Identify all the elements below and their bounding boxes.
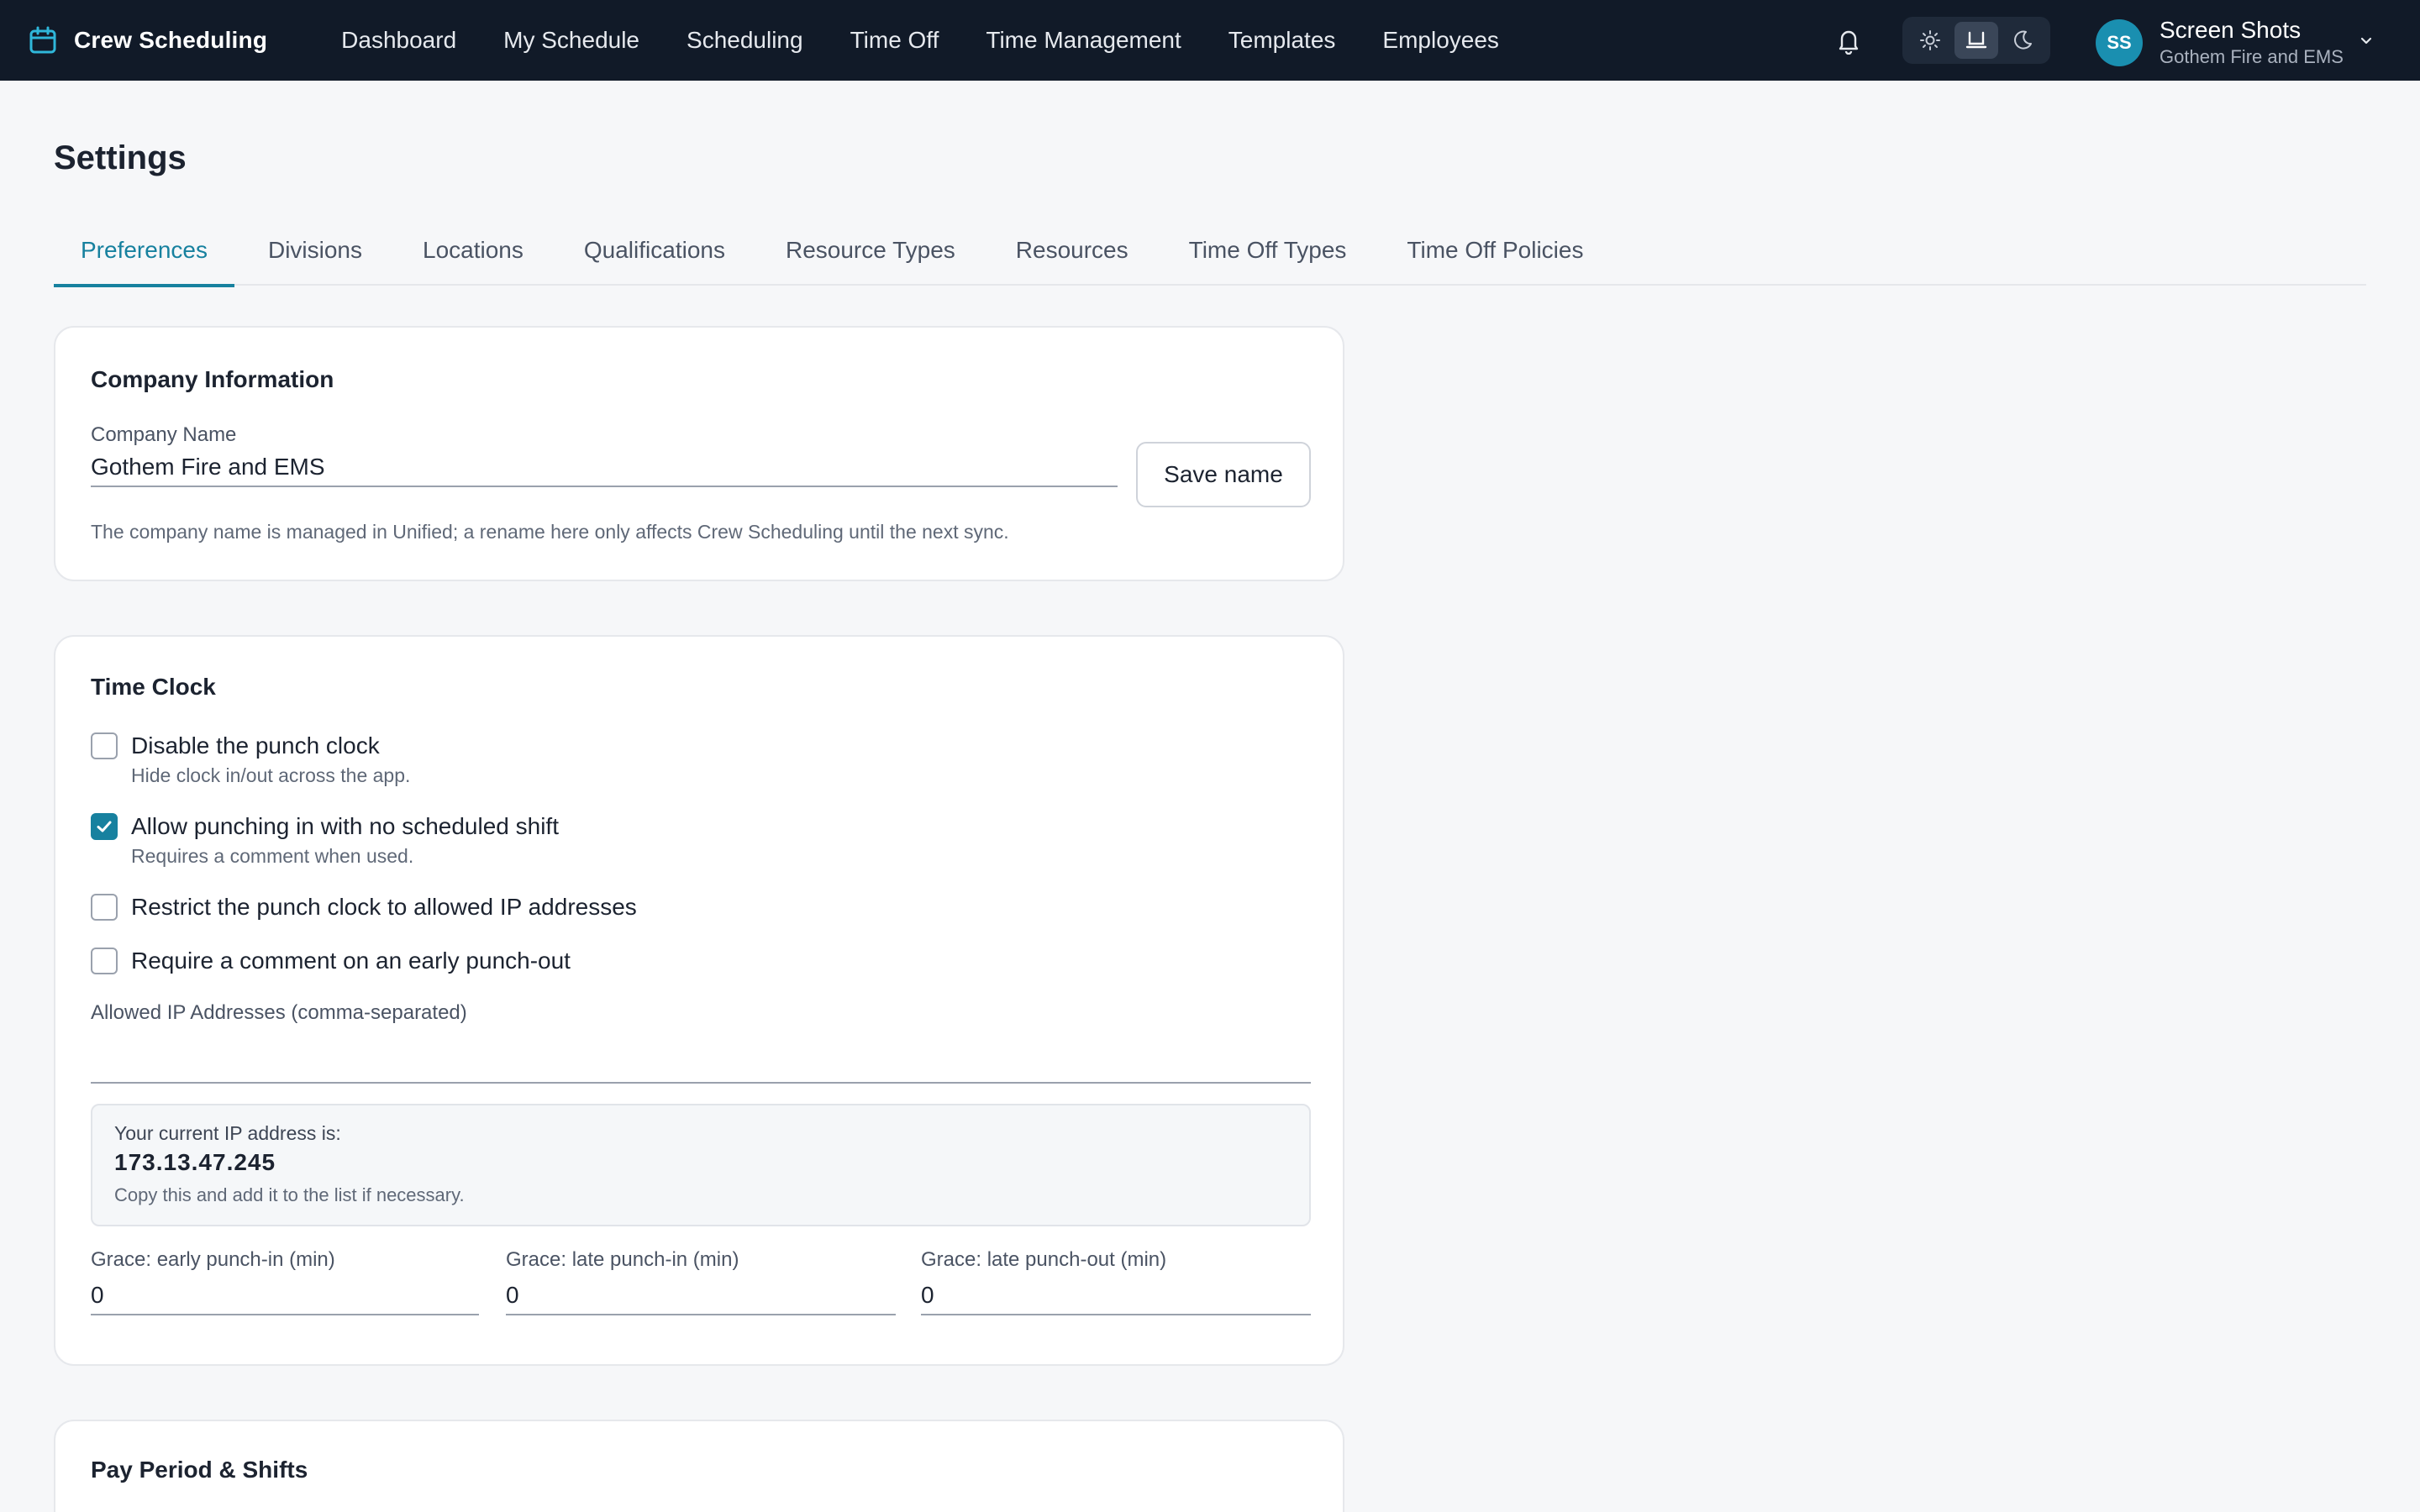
early-punch-out-comment-checkbox[interactable] <box>91 948 118 974</box>
user-menu[interactable]: SS Screen Shots Gothem Fire and EMS <box>2096 17 2372 69</box>
time-clock-card: Time Clock Disable the punch clock Hide … <box>54 635 1344 1366</box>
pay-period-shifts-title: Pay Period & Shifts <box>91 1457 308 1483</box>
grace-late-punch-out-label: Grace: late punch-out (min) <box>921 1248 1167 1271</box>
settings-tabs: Preferences Divisions Locations Qualific… <box>54 228 2366 287</box>
disable-punch-clock-checkbox[interactable] <box>91 732 118 759</box>
tab-divisions[interactable]: Divisions <box>241 228 389 286</box>
option-description: Requires a comment when used. <box>131 845 414 867</box>
option-label: Restrict the punch clock to allowed IP a… <box>131 894 637 920</box>
allowed-ip-label: Allowed IP Addresses (comma-separated) <box>91 1001 467 1024</box>
page-title: Settings <box>54 139 187 176</box>
company-name-hint: The company name is managed in Unified; … <box>91 521 1009 543</box>
company-information-card: Company Information Company Name Save na… <box>54 326 1344 581</box>
option-allow-unscheduled-punch[interactable]: Allow punching in with no scheduled shif… <box>91 811 559 869</box>
nav-my-schedule[interactable]: My Schedule <box>503 27 639 54</box>
nav-time-off[interactable]: Time Off <box>850 27 939 54</box>
nav-employees[interactable]: Employees <box>1382 27 1499 54</box>
grace-early-punch-in-input[interactable] <box>91 1277 479 1315</box>
nav-templates[interactable]: Templates <box>1228 27 1336 54</box>
company-information-title: Company Information <box>91 366 334 392</box>
pay-period-shifts-card: Pay Period & Shifts <box>54 1420 1344 1512</box>
app-name: Crew Scheduling <box>74 27 268 53</box>
moon-icon[interactable] <box>2001 22 2044 59</box>
save-name-button[interactable]: Save name <box>1136 442 1311 507</box>
nav-time-management[interactable]: Time Management <box>986 27 1181 54</box>
tab-preferences[interactable]: Preferences <box>54 228 234 287</box>
check-icon <box>97 821 112 832</box>
tab-resources[interactable]: Resources <box>989 228 1155 286</box>
option-disable-punch-clock[interactable]: Disable the punch clock Hide clock in/ou… <box>91 731 410 788</box>
app-brand[interactable]: Crew Scheduling <box>29 26 267 55</box>
grace-early-punch-in-label: Grace: early punch-in (min) <box>91 1248 335 1271</box>
time-clock-title: Time Clock <box>91 674 216 700</box>
user-name: Screen Shots <box>2160 17 2302 43</box>
option-label: Allow punching in with no scheduled shif… <box>131 813 559 839</box>
current-ip-box: Your current IP address is: 173.13.47.24… <box>91 1104 1311 1226</box>
allowed-ip-input[interactable] <box>91 1045 1311 1084</box>
tab-locations[interactable]: Locations <box>396 228 550 286</box>
tab-qualifications[interactable]: Qualifications <box>557 228 752 286</box>
grace-late-punch-in-label: Grace: late punch-in (min) <box>506 1248 739 1271</box>
chevron-down-icon[interactable] <box>2356 30 2376 50</box>
current-ip-value: 173.13.47.245 <box>114 1149 276 1175</box>
user-org: Gothem Fire and EMS <box>2160 46 2344 67</box>
tab-resource-types[interactable]: Resource Types <box>759 228 982 286</box>
option-early-punch-out-comment[interactable]: Require a comment on an early punch-out <box>91 946 571 976</box>
monitor-icon[interactable] <box>1954 22 1998 59</box>
option-description: Hide clock in/out across the app. <box>131 764 411 786</box>
company-name-input[interactable] <box>91 449 1118 487</box>
sun-icon[interactable] <box>1908 22 1952 59</box>
tab-time-off-policies[interactable]: Time Off Policies <box>1380 228 1610 286</box>
company-name-label: Company Name <box>91 423 237 446</box>
calendar-icon <box>29 26 57 55</box>
grace-late-punch-out-input[interactable] <box>921 1277 1311 1315</box>
top-navigation-bar: Crew Scheduling Dashboard My Schedule Sc… <box>0 0 2420 81</box>
theme-toggle <box>1902 17 2050 64</box>
current-ip-label: Your current IP address is: <box>114 1122 341 1144</box>
current-ip-note: Copy this and add it to the list if nece… <box>114 1184 465 1205</box>
option-label: Disable the punch clock <box>131 732 380 759</box>
allow-unscheduled-punch-checkbox[interactable] <box>91 813 118 840</box>
restrict-ip-checkbox[interactable] <box>91 894 118 921</box>
nav-dashboard[interactable]: Dashboard <box>341 27 456 54</box>
tab-time-off-types[interactable]: Time Off Types <box>1162 228 1374 286</box>
bell-icon[interactable] <box>1832 24 1865 57</box>
option-restrict-ip[interactable]: Restrict the punch clock to allowed IP a… <box>91 892 637 922</box>
option-label: Require a comment on an early punch-out <box>131 948 571 974</box>
grace-late-punch-in-input[interactable] <box>506 1277 896 1315</box>
avatar: SS <box>2096 19 2143 66</box>
main-nav: Dashboard My Schedule Scheduling Time Of… <box>341 27 1499 54</box>
nav-scheduling[interactable]: Scheduling <box>687 27 803 54</box>
